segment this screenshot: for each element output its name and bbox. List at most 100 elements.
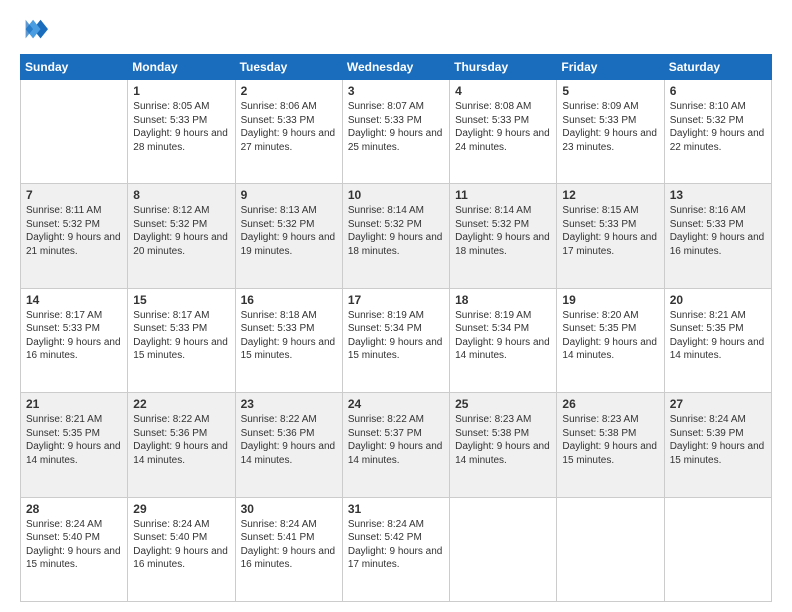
calendar-cell: 24Sunrise: 8:22 AMSunset: 5:37 PMDayligh…	[342, 393, 449, 497]
day-number: 28	[26, 502, 122, 516]
calendar-cell: 10Sunrise: 8:14 AMSunset: 5:32 PMDayligh…	[342, 184, 449, 288]
calendar-cell: 4 Sunrise: 8:08 AMSunset: 5:33 PMDaylight…	[450, 80, 557, 184]
day-number: 19	[562, 293, 658, 307]
day-number: 11	[455, 188, 551, 202]
cell-info: Sunrise: 8:14 AMSunset: 5:32 PMDaylight:…	[455, 204, 551, 258]
calendar-cell	[450, 497, 557, 601]
day-number: 31	[348, 502, 444, 516]
calendar-cell: 5 Sunrise: 8:09 AMSunset: 5:33 PMDaylight…	[557, 80, 664, 184]
calendar-cell: 9 Sunrise: 8:13 AMSunset: 5:32 PMDaylight…	[235, 184, 342, 288]
cell-info: Sunrise: 8:22 AMSunset: 5:36 PMDaylight:…	[241, 413, 337, 467]
day-number: 17	[348, 293, 444, 307]
calendar-cell: 29Sunrise: 8:24 AMSunset: 5:40 PMDayligh…	[128, 497, 235, 601]
day-number: 6	[670, 84, 766, 98]
cell-info: Sunrise: 8:12 AMSunset: 5:32 PMDaylight:…	[133, 204, 229, 258]
calendar-cell: 1 Sunrise: 8:05 AMSunset: 5:33 PMDaylight…	[128, 80, 235, 184]
calendar-cell: 25 Sunrise: 8:23 AMSunset: 5:38 PMDayligh…	[450, 393, 557, 497]
cell-info: Sunrise: 8:23 AMSunset: 5:38 PMDaylight:…	[455, 413, 551, 467]
cell-info: Sunrise: 8:09 AMSunset: 5:33 PMDaylight:…	[562, 100, 658, 154]
cell-info: Sunrise: 8:11 AMSunset: 5:32 PMDaylight:…	[26, 204, 122, 258]
day-number: 4	[455, 84, 551, 98]
cell-info: Sunrise: 8:16 AMSunset: 5:33 PMDaylight:…	[670, 204, 766, 258]
weekday-header: Saturday	[664, 55, 771, 80]
day-number: 15	[133, 293, 229, 307]
calendar-cell	[557, 497, 664, 601]
calendar-cell: 26Sunrise: 8:23 AMSunset: 5:38 PMDayligh…	[557, 393, 664, 497]
day-number: 5	[562, 84, 658, 98]
calendar-cell: 16Sunrise: 8:18 AMSunset: 5:33 PMDayligh…	[235, 288, 342, 392]
day-number: 12	[562, 188, 658, 202]
cell-info: Sunrise: 8:20 AMSunset: 5:35 PMDaylight:…	[562, 309, 658, 363]
day-number: 7	[26, 188, 122, 202]
cell-info: Sunrise: 8:07 AMSunset: 5:33 PMDaylight:…	[348, 100, 444, 154]
calendar-header-row: SundayMondayTuesdayWednesdayThursdayFrid…	[21, 55, 772, 80]
calendar-cell: 13 Sunrise: 8:16 AMSunset: 5:33 PMDayligh…	[664, 184, 771, 288]
calendar-cell: 19 Sunrise: 8:20 AMSunset: 5:35 PMDayligh…	[557, 288, 664, 392]
cell-info: Sunrise: 8:05 AMSunset: 5:33 PMDaylight:…	[133, 100, 229, 154]
cell-info: Sunrise: 8:24 AMSunset: 5:41 PMDaylight:…	[241, 518, 337, 572]
cell-info: Sunrise: 8:22 AMSunset: 5:36 PMDaylight:…	[133, 413, 229, 467]
calendar-cell: 15 Sunrise: 8:17 AMSunset: 5:33 PMDayligh…	[128, 288, 235, 392]
calendar-week-row: 7 Sunrise: 8:11 AMSunset: 5:32 PMDaylight…	[21, 184, 772, 288]
cell-info: Sunrise: 8:21 AMSunset: 5:35 PMDaylight:…	[26, 413, 122, 467]
weekday-header: Wednesday	[342, 55, 449, 80]
day-number: 14	[26, 293, 122, 307]
day-number: 24	[348, 397, 444, 411]
logo	[20, 16, 52, 44]
day-number: 29	[133, 502, 229, 516]
calendar-cell: 2 Sunrise: 8:06 AMSunset: 5:33 PMDaylight…	[235, 80, 342, 184]
calendar-cell	[21, 80, 128, 184]
calendar-cell: 27 Sunrise: 8:24 AMSunset: 5:39 PMDayligh…	[664, 393, 771, 497]
cell-info: Sunrise: 8:23 AMSunset: 5:38 PMDaylight:…	[562, 413, 658, 467]
day-number: 8	[133, 188, 229, 202]
day-number: 3	[348, 84, 444, 98]
cell-info: Sunrise: 8:08 AMSunset: 5:33 PMDaylight:…	[455, 100, 551, 154]
calendar-cell: 7 Sunrise: 8:11 AMSunset: 5:32 PMDaylight…	[21, 184, 128, 288]
cell-info: Sunrise: 8:17 AMSunset: 5:33 PMDaylight:…	[133, 309, 229, 363]
weekday-header: Thursday	[450, 55, 557, 80]
calendar-week-row: 21 Sunrise: 8:21 AMSunset: 5:35 PMDayligh…	[21, 393, 772, 497]
calendar-cell: 6 Sunrise: 8:10 AMSunset: 5:32 PMDaylight…	[664, 80, 771, 184]
weekday-header: Sunday	[21, 55, 128, 80]
calendar-table: SundayMondayTuesdayWednesdayThursdayFrid…	[20, 54, 772, 602]
cell-info: Sunrise: 8:15 AMSunset: 5:33 PMDaylight:…	[562, 204, 658, 258]
cell-info: Sunrise: 8:24 AMSunset: 5:42 PMDaylight:…	[348, 518, 444, 572]
day-number: 27	[670, 397, 766, 411]
calendar-cell: 22 Sunrise: 8:22 AMSunset: 5:36 PMDayligh…	[128, 393, 235, 497]
calendar-week-row: 14 Sunrise: 8:17 AMSunset: 5:33 PMDayligh…	[21, 288, 772, 392]
day-number: 1	[133, 84, 229, 98]
day-number: 13	[670, 188, 766, 202]
calendar-week-row: 1 Sunrise: 8:05 AMSunset: 5:33 PMDaylight…	[21, 80, 772, 184]
weekday-header: Tuesday	[235, 55, 342, 80]
cell-info: Sunrise: 8:10 AMSunset: 5:32 PMDaylight:…	[670, 100, 766, 154]
calendar-cell: 23 Sunrise: 8:22 AMSunset: 5:36 PMDayligh…	[235, 393, 342, 497]
day-number: 23	[241, 397, 337, 411]
logo-icon	[20, 16, 48, 44]
calendar-cell: 18Sunrise: 8:19 AMSunset: 5:34 PMDayligh…	[450, 288, 557, 392]
calendar-cell: 20Sunrise: 8:21 AMSunset: 5:35 PMDayligh…	[664, 288, 771, 392]
weekday-header: Monday	[128, 55, 235, 80]
calendar-week-row: 28Sunrise: 8:24 AMSunset: 5:40 PMDayligh…	[21, 497, 772, 601]
calendar-cell: 31 Sunrise: 8:24 AMSunset: 5:42 PMDayligh…	[342, 497, 449, 601]
cell-info: Sunrise: 8:24 AMSunset: 5:39 PMDaylight:…	[670, 413, 766, 467]
day-number: 9	[241, 188, 337, 202]
calendar-cell: 8 Sunrise: 8:12 AMSunset: 5:32 PMDaylight…	[128, 184, 235, 288]
calendar-cell: 14 Sunrise: 8:17 AMSunset: 5:33 PMDayligh…	[21, 288, 128, 392]
day-number: 22	[133, 397, 229, 411]
header	[20, 16, 772, 44]
calendar-cell: 12 Sunrise: 8:15 AMSunset: 5:33 PMDayligh…	[557, 184, 664, 288]
cell-info: Sunrise: 8:14 AMSunset: 5:32 PMDaylight:…	[348, 204, 444, 258]
cell-info: Sunrise: 8:17 AMSunset: 5:33 PMDaylight:…	[26, 309, 122, 363]
cell-info: Sunrise: 8:13 AMSunset: 5:32 PMDaylight:…	[241, 204, 337, 258]
cell-info: Sunrise: 8:19 AMSunset: 5:34 PMDaylight:…	[348, 309, 444, 363]
day-number: 25	[455, 397, 551, 411]
calendar-cell: 21 Sunrise: 8:21 AMSunset: 5:35 PMDayligh…	[21, 393, 128, 497]
day-number: 21	[26, 397, 122, 411]
day-number: 2	[241, 84, 337, 98]
calendar-cell: 28Sunrise: 8:24 AMSunset: 5:40 PMDayligh…	[21, 497, 128, 601]
cell-info: Sunrise: 8:19 AMSunset: 5:34 PMDaylight:…	[455, 309, 551, 363]
day-number: 30	[241, 502, 337, 516]
calendar-cell: 17 Sunrise: 8:19 AMSunset: 5:34 PMDayligh…	[342, 288, 449, 392]
cell-info: Sunrise: 8:06 AMSunset: 5:33 PMDaylight:…	[241, 100, 337, 154]
weekday-header: Friday	[557, 55, 664, 80]
